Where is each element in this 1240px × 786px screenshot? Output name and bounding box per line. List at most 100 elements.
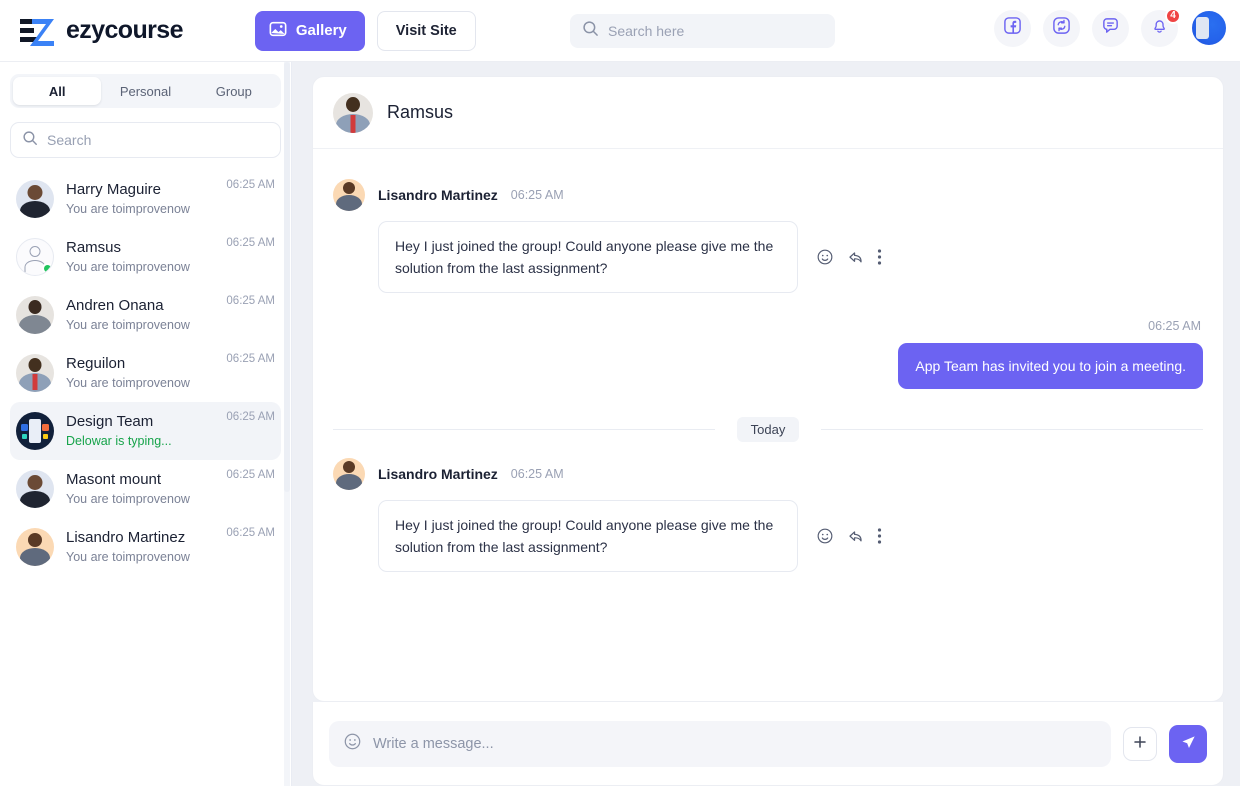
conversation-item-design-team[interactable]: Design Team Delowar is typing... 06:25 A…: [10, 402, 281, 460]
conversation-list: Harry Maguire You are toimprovenow 06:25…: [0, 170, 291, 576]
avatar: [16, 180, 54, 218]
plus-icon: [1132, 734, 1148, 753]
facebook-button[interactable]: [994, 10, 1031, 47]
top-navbar: ezycourse Gallery Visit Site: [0, 0, 1240, 62]
filter-tabs: All Personal Group: [10, 74, 281, 108]
gallery-button-label: Gallery: [296, 22, 347, 39]
conversation-name: Andren Onana: [66, 297, 164, 314]
conversation-preview: You are toimprovenow: [66, 376, 190, 390]
day-divider: Today: [333, 417, 1203, 442]
avatar: [333, 179, 365, 211]
send-button[interactable]: [1169, 725, 1207, 763]
emoji-icon[interactable]: [816, 527, 834, 545]
conversation-item-lisandro-martinez[interactable]: Lisandro Martinez You are toimprovenow 0…: [10, 518, 281, 576]
message-time: 06:25 AM: [1148, 319, 1201, 333]
sidebar-scrollbar-thumb[interactable]: [284, 62, 290, 492]
reply-icon[interactable]: [846, 527, 865, 546]
attach-button[interactable]: [1123, 727, 1157, 761]
online-indicator: [42, 263, 53, 274]
gallery-button[interactable]: Gallery: [255, 11, 365, 51]
conversation-name: Harry Maguire: [66, 181, 161, 198]
search-icon: [22, 130, 38, 151]
send-icon: [1179, 733, 1198, 755]
chat-header: Ramsus: [313, 77, 1223, 149]
notification-badge: 4: [1165, 8, 1181, 24]
message-input[interactable]: [373, 736, 1097, 752]
avatar: [16, 238, 54, 276]
messages-button[interactable]: [1092, 10, 1129, 47]
conversation-search[interactable]: [10, 122, 281, 158]
message-composer: [312, 702, 1224, 786]
sync-icon: [1052, 16, 1071, 40]
visit-site-button[interactable]: Visit Site: [377, 11, 476, 51]
conversation-item-reguilon[interactable]: Reguilon You are toimprovenow 06:25 AM: [10, 344, 281, 402]
conversation-preview: You are toimprovenow: [66, 318, 190, 332]
more-icon[interactable]: [877, 527, 882, 545]
conversation-item-harry-maguire[interactable]: Harry Maguire You are toimprovenow 06:25…: [10, 170, 281, 228]
conversation-preview: You are toimprovenow: [66, 260, 190, 274]
sidebar-scrollbar[interactable]: [284, 62, 290, 786]
reply-icon[interactable]: [846, 248, 865, 267]
conversation-name: Reguilon: [66, 355, 125, 372]
conversation-preview: You are toimprovenow: [66, 492, 190, 506]
global-search[interactable]: [570, 14, 835, 48]
conversation-item-ramsus[interactable]: Ramsus You are toimprovenow 06:25 AM: [10, 228, 281, 286]
avatar: [16, 470, 54, 508]
user-avatar[interactable]: [1190, 9, 1228, 47]
sync-button[interactable]: [1043, 10, 1080, 47]
divider-line-right: [821, 429, 1203, 430]
chat-avatar: [333, 93, 373, 133]
message-body: Hey I just joined the group! Could anyon…: [378, 221, 1203, 293]
conversation-name: Ramsus: [66, 239, 121, 256]
emoji-icon[interactable]: [816, 248, 834, 266]
message-list: Lisandro Martinez 06:25 AM Hey I just jo…: [313, 149, 1223, 702]
search-icon: [582, 20, 599, 42]
message-actions: [816, 527, 882, 546]
chat-title: Ramsus: [387, 102, 453, 123]
message-time: 06:25 AM: [511, 467, 564, 481]
tab-personal[interactable]: Personal: [101, 77, 189, 105]
tab-group[interactable]: Group: [190, 77, 278, 105]
conversation-name: Design Team: [66, 413, 153, 430]
conversation-time: 06:25 AM: [226, 469, 275, 481]
composer-input-wrap[interactable]: [329, 721, 1111, 767]
global-search-input[interactable]: [608, 23, 808, 39]
gallery-icon: [269, 20, 287, 42]
message-outgoing: 06:25 AM App Team has invited you to joi…: [333, 319, 1203, 389]
message-incoming: Lisandro Martinez 06:25 AM Hey I just jo…: [333, 458, 1203, 572]
conversation-search-input[interactable]: [47, 132, 247, 148]
message-bubble-outgoing: App Team has invited you to join a meeti…: [898, 343, 1203, 389]
facebook-icon: [1003, 16, 1022, 40]
conversation-time: 06:25 AM: [226, 353, 275, 365]
conversation-time: 06:25 AM: [226, 237, 275, 249]
brand-logo[interactable]: ezycourse: [16, 16, 183, 46]
avatar: [16, 412, 54, 450]
message-bubble: Hey I just joined the group! Could anyon…: [378, 221, 798, 293]
conversation-sidebar: All Personal Group Harry Maguire You are…: [0, 62, 292, 786]
divider-line-left: [333, 429, 715, 430]
tab-all[interactable]: All: [13, 77, 101, 105]
chat-icon: [1101, 16, 1120, 40]
message-actions: [816, 248, 882, 267]
emoji-icon[interactable]: [343, 732, 362, 756]
notifications-button[interactable]: 4: [1141, 10, 1178, 47]
message-time: 06:25 AM: [511, 188, 564, 202]
conversation-time: 06:25 AM: [226, 179, 275, 191]
message-meta: Lisandro Martinez 06:25 AM: [333, 179, 1203, 211]
conversation-preview: You are toimprovenow: [66, 550, 190, 564]
avatar: [16, 528, 54, 566]
more-icon[interactable]: [877, 248, 882, 266]
conversation-item-masont-mount[interactable]: Masont mount You are toimprovenow 06:25 …: [10, 460, 281, 518]
message-author: Lisandro Martinez: [378, 187, 498, 203]
conversation-time: 06:25 AM: [226, 411, 275, 423]
conversation-item-andren-onana[interactable]: Andren Onana You are toimprovenow 06:25 …: [10, 286, 281, 344]
message-body: Hey I just joined the group! Could anyon…: [378, 500, 1203, 572]
message-author: Lisandro Martinez: [378, 466, 498, 482]
day-divider-label: Today: [737, 417, 800, 442]
top-icon-group: 4: [994, 9, 1228, 47]
conversation-name: Masont mount: [66, 471, 161, 488]
conversation-time: 06:25 AM: [226, 527, 275, 539]
ezycourse-logo-icon: [16, 16, 58, 46]
conversation-time: 06:25 AM: [226, 295, 275, 307]
message-incoming: Lisandro Martinez 06:25 AM Hey I just jo…: [333, 179, 1203, 293]
